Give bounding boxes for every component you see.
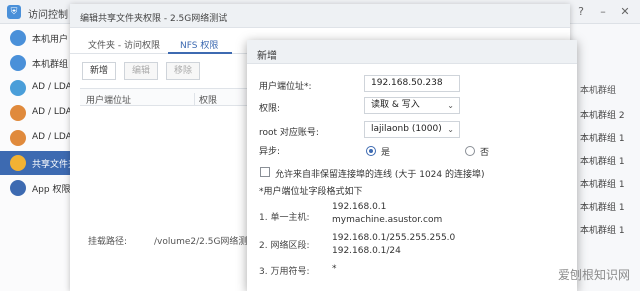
window-title: 编辑共享文件夹权限 - 2.5G网络测试 (80, 14, 228, 24)
shield-icon: ⛨ (7, 5, 21, 19)
client-address-input[interactable]: 192.168.50.238 (364, 75, 460, 92)
format-wildcard-label: 3. 万用符号: (259, 267, 310, 277)
root-map-value: lajilaonb (1000) (371, 124, 442, 134)
sidebar-item[interactable]: AD / LDAP (0, 101, 72, 125)
root-map-select[interactable]: lajilaonb (1000) ⌄ (364, 121, 460, 138)
group-cell: 本机群组 2 (580, 111, 625, 121)
sidebar-item[interactable]: AD / LDAP (0, 126, 72, 150)
group-cell: 本机群组 1 (580, 134, 625, 144)
column-client-address[interactable]: 用户端位址 (86, 93, 131, 106)
minimize-icon[interactable]: – (594, 3, 612, 21)
mount-path-label: 挂载路径: (88, 237, 128, 247)
permission-label: 权限: (259, 104, 281, 114)
sidebar: 本机用户本机群组 AD / LDAP AD / LDAP AD / LDAP 共享文件夹… (0, 24, 72, 291)
permission-value: 读取 & 写入 (371, 100, 420, 110)
async-yes-label: 是 (381, 148, 391, 158)
sidebar-item[interactable]: 本机用户 (0, 26, 71, 50)
window-titlebar: 编辑共享文件夹权限 - 2.5G网络测试 (70, 4, 570, 28)
dialog-titlebar: 新增 (247, 40, 577, 64)
chevron-down-icon: ⌄ (447, 101, 454, 110)
format-wildcard-line: * (332, 264, 337, 274)
help-icon[interactable]: ? (572, 3, 590, 21)
group-column-header: 本机群组 (580, 86, 617, 96)
sidebar-item-label: App 权限 (32, 185, 71, 195)
group-cell: 本机群组 1 (580, 226, 625, 236)
client-address-label: 用户端位址*: (259, 82, 312, 92)
group-cell: 本机群组 1 (580, 180, 625, 190)
format-network-line: 192.168.0.1/255.255.255.0 (332, 233, 456, 243)
sidebar-item[interactable]: 共享文件夹 (0, 151, 71, 175)
column-permission[interactable]: 权限 (194, 93, 217, 106)
tab-nfs-permission[interactable]: NFS 权限 (180, 38, 218, 51)
dialog-title: 新增 (257, 51, 277, 62)
sidebar-item-label: AD / LDAP (32, 132, 72, 142)
active-tab-indicator (168, 52, 232, 54)
insecure-port-label: 允许来自非保留连接埠的连线 (大于 1024 的连接埠) (275, 170, 485, 180)
permission-select[interactable]: 读取 & 写入 ⌄ (364, 97, 460, 114)
async-no-label: 否 (480, 148, 490, 158)
group-cell: 本机群组 1 (580, 157, 625, 167)
group-cell: 本机群组 1 (580, 203, 625, 213)
sidebar-item-label: AD / LDAP (32, 107, 72, 117)
chevron-down-icon: ⌄ (447, 125, 454, 134)
format-single-host-line: 192.168.0.1 (332, 202, 387, 212)
sidebar-item[interactable]: App 权限 (0, 176, 71, 200)
format-single-host-label: 1. 单一主机: (259, 213, 310, 223)
format-single-host-line: mymachine.asustor.com (332, 215, 443, 225)
user-icon (10, 30, 26, 46)
sidebar-item[interactable]: 本机群组 (0, 51, 71, 75)
add-button[interactable]: 新增 (82, 62, 117, 80)
sidebar-item-label: 本机群组 (32, 60, 69, 70)
sidebar-item-label: AD / LDAP (32, 82, 72, 92)
format-network-line: 192.168.0.1/24 (332, 246, 401, 256)
sidebar-item[interactable]: AD / LDAP (0, 76, 72, 100)
group-icon (10, 130, 26, 146)
new-nfs-rule-dialog: 新增 用户端位址*: 192.168.50.238 权限: 读取 & 写入 ⌄ … (247, 40, 577, 291)
async-label: 异步: (259, 147, 281, 157)
app-icon (10, 180, 26, 196)
format-title: *用户端位址字段格式如下 (259, 187, 363, 197)
tab-folder-access[interactable]: 文件夹 - 访问权限 (88, 38, 160, 51)
async-no-radio[interactable] (465, 146, 475, 156)
sidebar-item-label: 本机用户 (32, 35, 69, 45)
insecure-port-checkbox[interactable] (260, 167, 270, 177)
window-title: 访问控制 (28, 10, 68, 21)
close-icon[interactable]: ✕ (616, 3, 634, 21)
async-yes-radio[interactable] (366, 146, 376, 156)
key-icon (10, 80, 26, 96)
edit-button[interactable]: 编辑 (124, 62, 159, 80)
remove-button[interactable]: 移除 (166, 62, 201, 80)
user-icon (10, 105, 26, 121)
folder-icon (10, 155, 26, 171)
root-map-label: root 对应账号: (259, 128, 319, 138)
mount-path-value: /volume2/2.5G网络测试 (154, 237, 257, 247)
group-icon (10, 55, 26, 71)
format-network-label: 2. 网络区段: (259, 241, 310, 251)
watermark-text: 爱刨根知识网 (557, 268, 630, 282)
sidebar-item-label: 共享文件夹 (32, 160, 71, 170)
